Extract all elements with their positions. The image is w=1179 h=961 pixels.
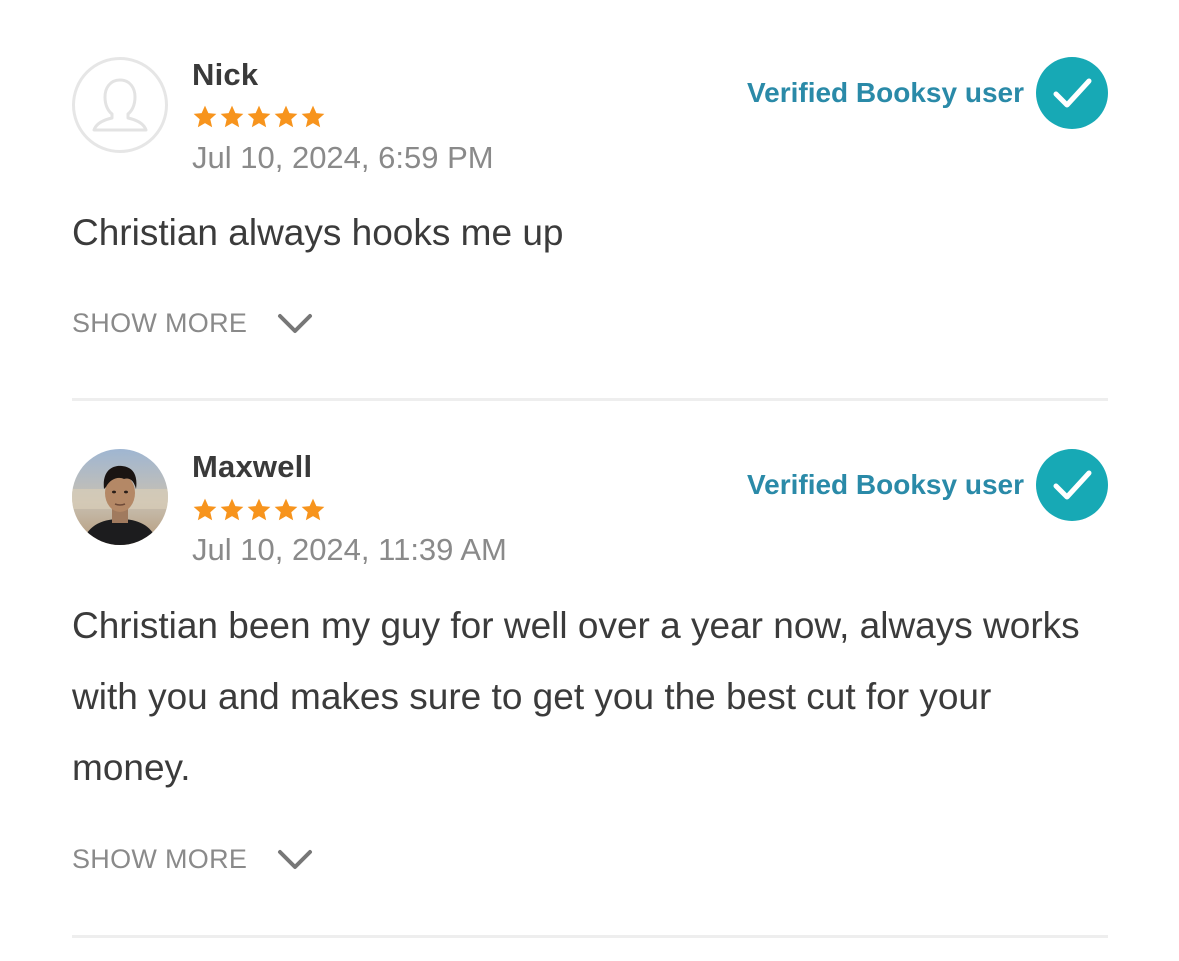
star-icon [274,105,298,128]
review-date: Jul 10, 2024, 6:59 PM [192,140,494,175]
review-date: Jul 10, 2024, 11:39 AM [192,532,507,567]
star-rating [192,104,326,130]
chevron-down-icon [278,313,313,333]
reviewer-name: Maxwell [192,449,313,484]
checkmark-icon [1036,449,1108,521]
star-icon [274,498,298,521]
user-photo [72,449,168,545]
review-text: Christian always hooks me up [72,212,564,253]
reviewer-name: Nick [192,57,259,92]
star-icon [301,498,325,521]
review-text: Christian been my guy for well over a ye… [72,605,1080,788]
verified-label: Verified Booksy user [746,469,1024,500]
star-icon [220,105,244,128]
show-more-label: SHOW MORE [72,308,248,338]
avatar[interactable] [72,57,168,153]
show-more-button[interactable]: SHOW MORE [72,844,313,875]
review-card: Maxwell Jul 10, 2024, 11:39 AM Verified … [72,401,1108,938]
verified-badge: Verified Booksy user [747,449,1108,521]
avatar[interactable] [72,449,168,545]
show-more-button[interactable]: SHOW MORE [72,308,313,339]
checkmark-icon [1036,57,1108,129]
star-icon [220,498,244,521]
default-user-icon [92,78,148,132]
star-icon [193,498,217,521]
reviews-list: Nick Jul 10, 2024, 6:59 PM Verified Book… [0,0,1179,961]
star-rating [192,497,326,523]
show-more-label: SHOW MORE [72,844,248,874]
star-icon [193,105,217,128]
verified-badge: Verified Booksy user [747,57,1108,129]
review-card: Nick Jul 10, 2024, 6:59 PM Verified Book… [72,0,1108,401]
divider [72,935,1108,938]
star-icon [301,105,325,128]
verified-label: Verified Booksy user [746,77,1024,108]
star-icon [247,498,271,521]
star-icon [247,105,271,128]
chevron-down-icon [278,849,313,869]
